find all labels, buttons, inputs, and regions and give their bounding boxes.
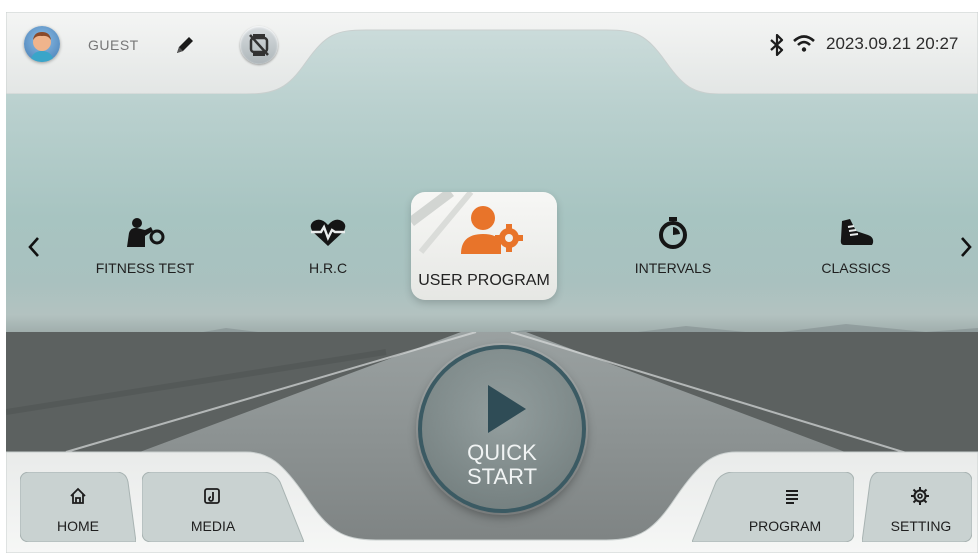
program-label: PROGRAM — [748, 518, 822, 534]
program-label: USER PROGRAM — [418, 272, 550, 289]
quick-start-line1: QUICK — [467, 440, 537, 465]
setting-button[interactable]: SETTING — [862, 472, 972, 542]
list-icon — [786, 490, 798, 504]
program-label: CLASSICS — [821, 260, 891, 276]
chevron-left-icon[interactable] — [24, 230, 44, 264]
stopwatch-icon — [659, 217, 687, 249]
user-name[interactable]: GUEST — [88, 37, 139, 53]
program-intervals[interactable]: INTERVALS — [618, 217, 728, 276]
setting-label: SETTING — [890, 518, 952, 534]
watch-disconnected-icon[interactable] — [240, 26, 278, 64]
top-strip — [0, 0, 978, 12]
media-button[interactable]: MEDIA — [142, 472, 304, 542]
program-label: FITNESS TEST — [95, 260, 195, 276]
play-icon — [488, 385, 526, 433]
bluetooth-icon — [770, 34, 784, 56]
program-label: H.R.C — [308, 260, 348, 276]
quick-start-line2: START — [466, 464, 538, 489]
pencil-icon[interactable] — [172, 32, 198, 58]
gear-icon — [911, 487, 929, 505]
fitness-test-icon — [127, 218, 165, 247]
wifi-icon — [793, 35, 815, 52]
avatar[interactable] — [24, 26, 60, 62]
user-program-icon — [411, 192, 523, 254]
quick-start-button[interactable]: QUICK START — [418, 345, 586, 513]
program-button[interactable]: PROGRAM — [692, 472, 854, 542]
datetime: 2023.09.21 20:27 — [826, 34, 959, 53]
home-label: HOME — [57, 518, 99, 534]
program-classics[interactable]: CLASSICS — [806, 217, 906, 276]
program-hrc[interactable]: H.R.C — [288, 217, 368, 276]
home-icon — [70, 487, 86, 504]
app-window: GUEST 2023.09.21 20:27 FITNESS TEST H.R.… — [0, 0, 978, 553]
media-label: MEDIA — [190, 518, 236, 534]
background-scene: GUEST 2023.09.21 20:27 FITNESS TEST H.R.… — [6, 12, 978, 553]
heart-rate-icon — [310, 219, 346, 246]
program-user-program[interactable]: USER PROGRAM — [411, 192, 557, 300]
home-button[interactable]: HOME — [20, 472, 136, 542]
program-label: INTERVALS — [634, 260, 712, 276]
media-icon — [204, 488, 220, 504]
program-fitness-test[interactable]: FITNESS TEST — [80, 217, 210, 276]
chevron-right-icon[interactable] — [956, 230, 976, 264]
running-shoe-icon — [840, 219, 874, 245]
